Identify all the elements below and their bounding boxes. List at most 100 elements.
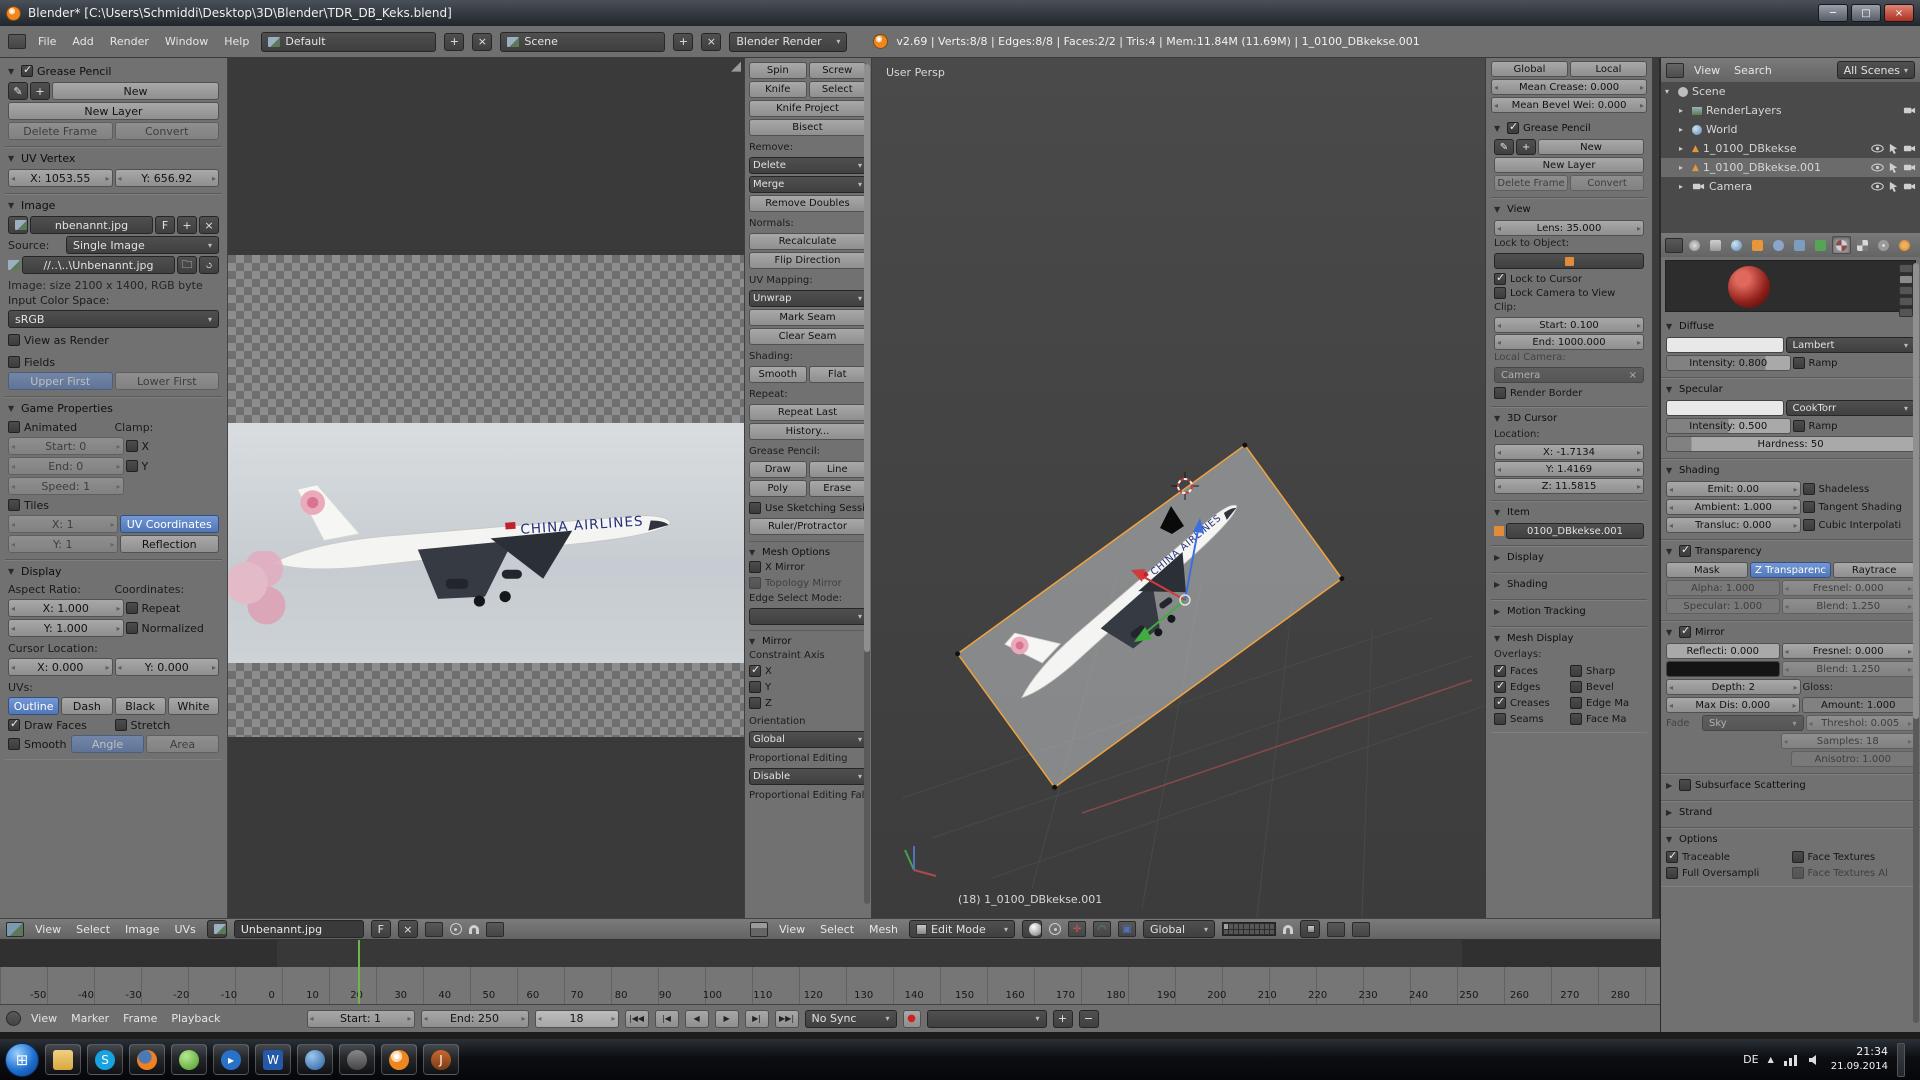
knife-button[interactable]: Knife	[749, 81, 807, 98]
seams-checkbox[interactable]: Seams	[1494, 712, 1568, 726]
minimize-button[interactable]: ─	[1818, 4, 1848, 22]
tab-render-icon[interactable]	[1685, 236, 1704, 254]
checkbox[interactable]	[1679, 779, 1691, 791]
uv-black-button[interactable]: Black	[115, 697, 166, 715]
new-image-button[interactable]: +	[177, 216, 197, 234]
tab-modifiers-icon[interactable]	[1790, 236, 1809, 254]
start-button[interactable]: ⊞	[5, 1043, 39, 1077]
full-oversampling-checkbox[interactable]: Full Oversampli	[1666, 866, 1790, 880]
properties-scrollbar[interactable]	[1913, 263, 1919, 1023]
viewport-shading-dropdown[interactable]	[1022, 920, 1042, 938]
tab-physics-icon[interactable]	[1895, 236, 1914, 254]
delete-scene-button[interactable]: ×	[701, 33, 721, 51]
tiles-x-field[interactable]: X: 1	[8, 515, 118, 533]
view3d-menu-item[interactable]: Select	[816, 923, 858, 936]
area-resize-grip[interactable]: ◢	[731, 59, 741, 74]
reflectivity-slider[interactable]: Reflecti: 0.000	[1666, 643, 1780, 659]
emit-field[interactable]: Emit: 0.00	[1666, 481, 1801, 497]
mark-seam-button[interactable]: Mark Seam	[749, 309, 866, 326]
x-mirror-checkbox[interactable]: X Mirror	[749, 559, 866, 575]
uv-pivot-icon[interactable]	[450, 923, 462, 935]
visibility-eye-icon[interactable]	[1871, 143, 1884, 154]
transport-button[interactable]: ◀	[685, 1010, 709, 1028]
view-as-render-checkbox[interactable]: View as Render	[8, 332, 219, 348]
delete-layout-button[interactable]: ×	[472, 33, 492, 51]
transport-button[interactable]: |◀◀	[625, 1010, 649, 1028]
language-indicator[interactable]: DE	[1743, 1053, 1758, 1066]
tab-constraints-icon[interactable]	[1769, 236, 1788, 254]
checkbox[interactable]	[21, 65, 33, 77]
outliner-view-menu[interactable]: View	[1690, 64, 1724, 77]
tab-particles-icon[interactable]	[1874, 236, 1893, 254]
uv-header-menu-item[interactable]: Select	[72, 923, 114, 936]
preview-monkey-icon[interactable]	[1899, 297, 1913, 306]
raytrace-button[interactable]: Raytrace	[1833, 562, 1915, 578]
clamp-x-checkbox[interactable]: X	[126, 438, 220, 454]
gloss-samples-field[interactable]: Samples: 18	[1781, 733, 1916, 749]
screw-button[interactable]: Screw	[809, 62, 867, 79]
history-button[interactable]: History...	[749, 423, 866, 440]
proportional-editing-dropdown[interactable]: Disable	[749, 768, 866, 785]
uv-dash-button[interactable]: Dash	[61, 697, 112, 715]
uv-snap-icon[interactable]	[469, 925, 479, 934]
gp-draw-button[interactable]: Draw	[749, 461, 807, 478]
manipulator-rotate-icon[interactable]: ◠	[1093, 921, 1111, 937]
outliner-scope-dropdown[interactable]: All Scenes	[1837, 61, 1915, 79]
taskbar-green-app-icon[interactable]	[171, 1044, 207, 1075]
uv-header-menu-item[interactable]: UVs	[171, 923, 200, 936]
visibility-eye-icon[interactable]	[1871, 181, 1884, 192]
shadeless-checkbox[interactable]: Shadeless	[1803, 482, 1916, 496]
panel-title[interactable]: Shading	[1507, 579, 1548, 590]
spin-button[interactable]: Spin	[749, 62, 807, 79]
view3d-menu-item[interactable]: View	[775, 923, 809, 936]
panel-title[interactable]: Display	[21, 565, 62, 578]
renderable-camera-icon[interactable]	[1903, 143, 1916, 154]
timeline-menu-item[interactable]: Marker	[67, 1012, 113, 1025]
outliner-editor-icon[interactable]	[1666, 63, 1684, 78]
panel-title[interactable]: Subsurface Scattering	[1695, 780, 1806, 791]
image-path-field[interactable]: //..\..\Unbenannt.jpg	[22, 256, 175, 274]
render-border-checkbox[interactable]: Render Border	[1494, 386, 1644, 400]
tab-texture-icon[interactable]	[1853, 236, 1872, 254]
outliner-row-camera[interactable]: ▸ Camera	[1661, 177, 1920, 196]
taskbar-blue-app-icon[interactable]	[297, 1044, 333, 1075]
clear-seam-button[interactable]: Clear Seam	[749, 328, 866, 345]
remove-doubles-button[interactable]: Remove Doubles	[749, 195, 866, 212]
z-transparency-button[interactable]: Z Transparenc	[1750, 562, 1832, 578]
bevel-checkbox[interactable]: Bevel	[1570, 680, 1644, 694]
aspect-x-field[interactable]: X: 1.000	[8, 599, 124, 617]
ruler-protractor-button[interactable]: Ruler/Protractor	[749, 518, 866, 535]
sharp-checkbox[interactable]: Sharp	[1570, 664, 1644, 678]
animated-checkbox[interactable]: Animated	[8, 419, 113, 435]
panel-title[interactable]: Shading	[1679, 465, 1720, 476]
tab-world-icon[interactable]	[1727, 236, 1746, 254]
diffuse-intensity-slider[interactable]: Intensity: 0.800	[1666, 355, 1791, 371]
colorspace-dropdown[interactable]: sRGB	[8, 310, 219, 328]
mode-dropdown[interactable]: Edit Mode	[909, 920, 1015, 938]
repeat-last-button[interactable]: Repeat Last	[749, 404, 866, 421]
selectable-arrow-icon[interactable]	[1887, 162, 1900, 173]
tab-object-data-icon[interactable]	[1811, 236, 1830, 254]
lock-to-cursor-checkbox[interactable]: Lock to Cursor	[1494, 272, 1644, 286]
edges-checkbox[interactable]: Edges	[1494, 680, 1568, 694]
outliner-row-scene[interactable]: ▾ Scene	[1661, 82, 1920, 101]
diffuse-shader-dropdown[interactable]: Lambert	[1786, 337, 1916, 353]
anim-speed-field[interactable]: Speed: 1	[8, 477, 124, 495]
gp-convert-button[interactable]: Convert	[115, 122, 220, 140]
outliner-row-world[interactable]: ▸ World	[1661, 120, 1920, 139]
keying-set-dropdown[interactable]	[927, 1010, 1047, 1028]
view3d-menu-item[interactable]: Mesh	[865, 923, 902, 936]
unlink-image-button[interactable]: ×	[199, 216, 219, 234]
specular-color-swatch[interactable]	[1666, 400, 1784, 416]
panel-title[interactable]: Mesh Display	[1507, 633, 1573, 644]
axis-z-checkbox[interactable]: Z	[749, 695, 866, 711]
mirror-blend-field[interactable]: Blend: 1.250	[1782, 661, 1916, 677]
uv-coordinates-button[interactable]: UV Coordinates	[120, 515, 220, 533]
transform-orientation-dropdown[interactable]: Global	[1143, 920, 1215, 938]
reflection-button[interactable]: Reflection	[120, 535, 220, 553]
preview-sphere-icon[interactable]	[1899, 275, 1913, 284]
image-browse-icon[interactable]	[8, 216, 28, 234]
faces-checkbox[interactable]: Faces	[1494, 664, 1568, 678]
diffuse-color-swatch[interactable]	[1666, 337, 1784, 353]
topbar-menu-item[interactable]: Render	[106, 35, 153, 48]
